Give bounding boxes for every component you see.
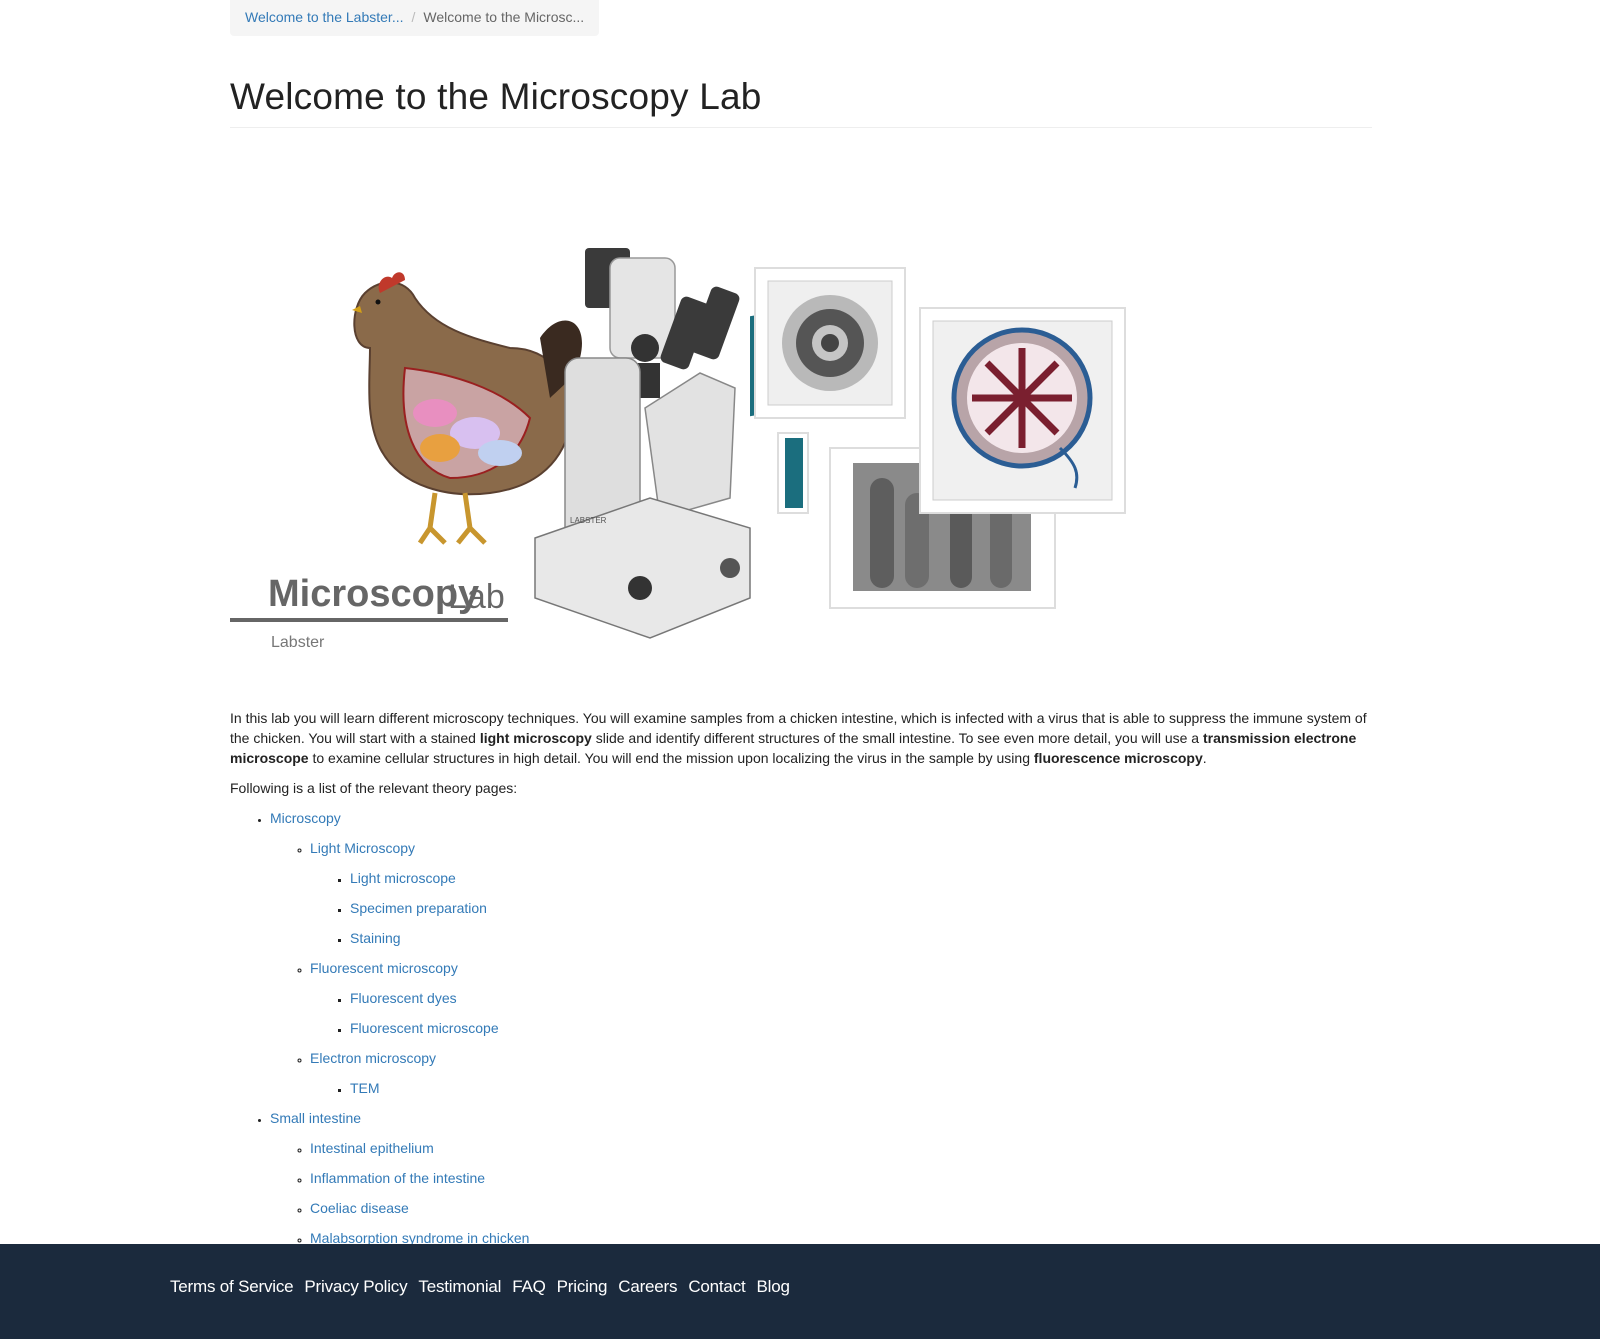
intro-bold-light-microscopy: light microscopy [479, 730, 592, 746]
site-footer: Terms of Service Privacy Policy Testimonia… [0, 1244, 1600, 1339]
page-title: Welcome to the Microscopy Lab [230, 76, 1372, 128]
link-electron-microscopy[interactable]: Electron microscopy [310, 1050, 436, 1066]
list-item: Specimen preparation [350, 898, 1372, 918]
intro-text: In this lab you will learn different mic… [230, 708, 1372, 798]
intro-text-part: slide and identify different structures … [591, 730, 1203, 746]
link-microscopy[interactable]: Microscopy [270, 810, 341, 826]
footer-link-faq[interactable]: FAQ [512, 1277, 546, 1296]
link-tem[interactable]: TEM [350, 1080, 380, 1096]
link-fluorescent-dyes[interactable]: Fluorescent dyes [350, 990, 457, 1006]
list-item: Light microscope [350, 868, 1372, 888]
microscope-brand: LABSTER [570, 516, 607, 525]
breadcrumb: Welcome to the Labster... / Welcome to the… [230, 0, 600, 36]
breadcrumb-separator: / [411, 9, 416, 25]
link-fluorescent-microscope[interactable]: Fluorescent microscope [350, 1020, 499, 1036]
footer-links: Terms of Service Privacy Policy Testimonia… [170, 1277, 801, 1297]
logo-subtitle: Labster [271, 634, 325, 651]
link-staining[interactable]: Staining [350, 930, 401, 946]
link-light-microscope[interactable]: Light microscope [350, 870, 456, 886]
footer-link-careers[interactable]: Careers [618, 1277, 677, 1296]
intro-text-part: . [1202, 750, 1207, 766]
intro-text-part: to examine cellular structures in high d… [308, 750, 1034, 766]
sample-images [754, 267, 1126, 609]
logo-underline [230, 618, 508, 622]
microscopy-lab-logo: Microscopy Lab Labster [230, 573, 508, 651]
chicken-illustration [352, 272, 582, 545]
list-item: Coeliac disease [310, 1198, 1372, 1218]
list-item: Inflammation of the intestine [310, 1168, 1372, 1188]
link-inflammation[interactable]: Inflammation of the intestine [310, 1170, 485, 1186]
microscopy-lab-banner: LABSTER Microscopy Lab Labster [230, 198, 1372, 668]
intro-paragraph: In this lab you will learn different mic… [230, 708, 1372, 768]
list-item: Fluorescent microscope [350, 1018, 1372, 1038]
link-intestinal-epithelium[interactable]: Intestinal epithelium [310, 1140, 434, 1156]
list-item: Fluorescent microscopy Fluorescent dyes … [310, 958, 1372, 1038]
theory-pages-list: Microscopy Light Microscopy Light micros… [230, 808, 1372, 1248]
intro-bold-fluorescence: fluorescence microscopy [1033, 750, 1203, 766]
logo-title-lab: Lab [448, 578, 505, 616]
footer-link-terms[interactable]: Terms of Service [170, 1277, 294, 1296]
link-specimen-preparation[interactable]: Specimen preparation [350, 900, 487, 916]
footer-link-pricing[interactable]: Pricing [557, 1277, 608, 1296]
list-item: Electron microscopy TEM [310, 1048, 1372, 1098]
list-item: TEM [350, 1078, 1372, 1098]
theory-list-intro: Following is a list of the relevant theo… [230, 780, 518, 796]
link-light-microscopy[interactable]: Light Microscopy [310, 840, 415, 856]
list-item: Intestinal epithelium [310, 1138, 1372, 1158]
link-fluorescent-microscopy[interactable]: Fluorescent microscopy [310, 960, 458, 976]
list-item: Microscopy Light Microscopy Light micros… [270, 808, 1372, 1098]
list-item: Fluorescent dyes [350, 988, 1372, 1008]
footer-link-testimonial[interactable]: Testimonial [418, 1277, 501, 1296]
main-container: Welcome to the Labster... / Welcome to the… [230, 0, 1372, 1248]
list-item: Light Microscopy Light microscope Specim… [310, 838, 1372, 948]
link-coeliac-disease[interactable]: Coeliac disease [310, 1200, 409, 1216]
banner-illustration: LABSTER Microscopy Lab Labster [230, 248, 1126, 651]
footer-link-privacy[interactable]: Privacy Policy [304, 1277, 407, 1296]
list-item: Staining [350, 928, 1372, 948]
breadcrumb-current: Welcome to the Microsc... [423, 9, 585, 25]
breadcrumb-link-labster[interactable]: Welcome to the Labster... [245, 9, 404, 25]
footer-link-contact[interactable]: Contact [688, 1277, 745, 1296]
link-small-intestine[interactable]: Small intestine [270, 1110, 361, 1126]
list-item: Small intestine Intestinal epithelium In… [270, 1108, 1372, 1248]
footer-link-blog[interactable]: Blog [757, 1277, 790, 1296]
